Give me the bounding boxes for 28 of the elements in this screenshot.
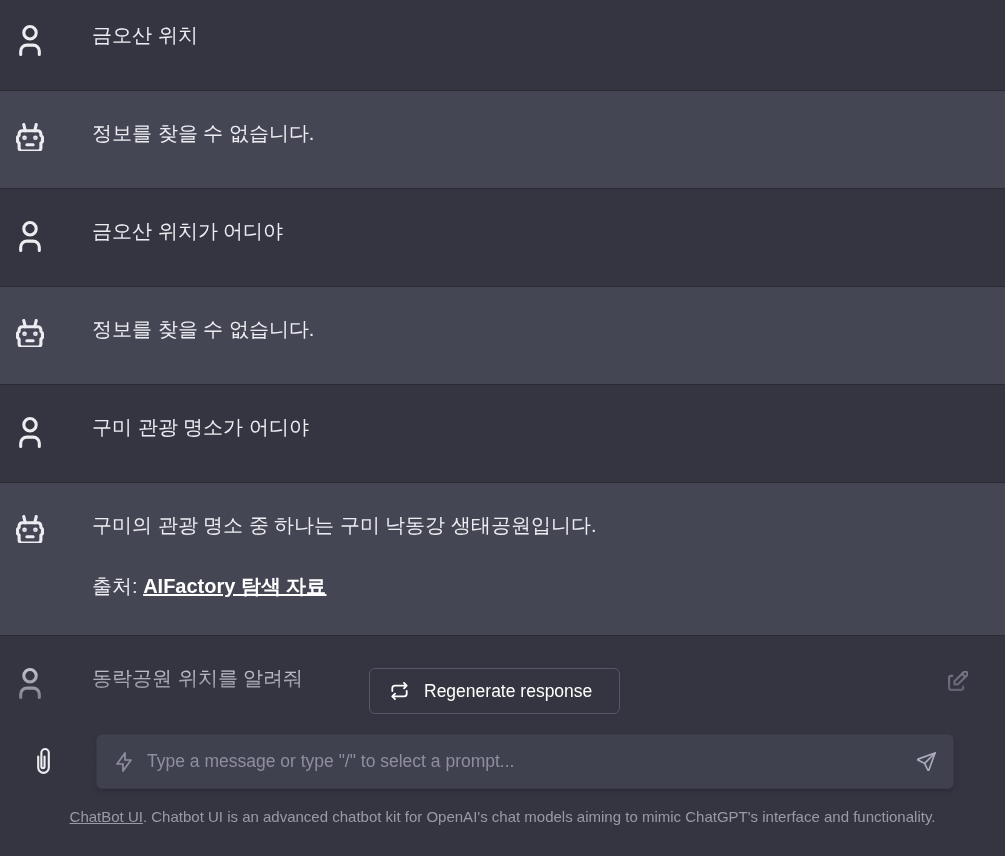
message-input[interactable]: Type a message or type "/" to select a prompt... — [96, 734, 954, 789]
regenerate-button[interactable]: Regenerate response — [369, 668, 620, 714]
chatbot-ui-link[interactable]: ChatBot UI — [69, 808, 143, 825]
message-text: 정보를 찾을 수 없습니다. — [92, 121, 315, 146]
repeat-icon — [391, 682, 408, 700]
message-text: 구미의 관광 명소 중 하나는 구미 낙동강 생태공원입니다. — [92, 513, 597, 538]
footer-text: ChatBot UI. Chatbot UI is an advanced chatbot kit for OpenAI's chat models aiming to mimic ChatGPT's interface and functionality. — [69, 807, 936, 827]
attach-button[interactable] — [36, 748, 51, 775]
user-icon — [19, 221, 41, 252]
message-text: 출처: AIFactory 탐색 자료 — [92, 574, 327, 599]
robot-icon — [16, 123, 44, 151]
user-icon — [19, 25, 41, 56]
source-link[interactable]: AIFactory 탐색 자료 — [143, 575, 327, 597]
edit-button[interactable] — [948, 671, 968, 691]
robot-icon — [16, 319, 44, 347]
user-icon — [19, 668, 41, 699]
message-text: 금오산 위치 — [92, 23, 198, 48]
send-button[interactable] — [917, 752, 936, 771]
send-icon — [917, 752, 936, 771]
message-text: 동락공원 위치를 알려줘 — [92, 666, 304, 691]
bolt-icon — [116, 752, 132, 772]
message-text: 금오산 위치가 어디야 — [92, 219, 284, 244]
robot-icon — [16, 515, 44, 543]
message-text: 구미 관광 명소가 어디야 — [92, 415, 309, 440]
paperclip-icon — [36, 748, 51, 775]
message-text: 정보를 찾을 수 없습니다. — [92, 317, 315, 342]
edit-icon — [948, 671, 968, 691]
user-icon — [19, 417, 41, 448]
